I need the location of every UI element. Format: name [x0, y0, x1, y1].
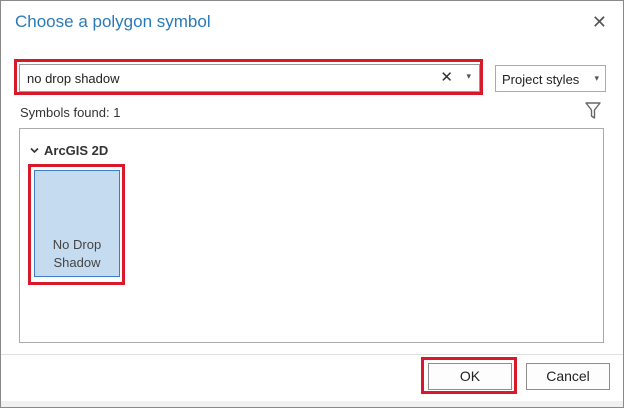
- search-input-value: no drop shadow: [27, 71, 120, 86]
- dialog-title: Choose a polygon symbol: [15, 12, 211, 31]
- styles-dropdown-label: Project styles: [502, 72, 580, 87]
- choose-polygon-symbol-dialog: Choose a polygon symbol ✕ no drop shadow…: [0, 0, 624, 408]
- symbols-found-count: Symbols found: 1: [20, 105, 121, 120]
- filter-icon[interactable]: [585, 101, 601, 121]
- chevron-down-icon: ▾: [594, 73, 599, 83]
- search-input[interactable]: no drop shadow ✕ ▾: [19, 64, 480, 92]
- symbol-label-line2: Shadow: [53, 255, 101, 270]
- clear-search-icon[interactable]: ✕: [440, 68, 453, 86]
- footer-divider: [1, 354, 623, 355]
- chevron-down-icon[interactable]: [30, 146, 39, 155]
- symbol-tile-no-drop-shadow[interactable]: No Drop Shadow: [34, 170, 120, 277]
- ok-button[interactable]: OK: [428, 363, 512, 390]
- cancel-button[interactable]: Cancel: [526, 363, 610, 390]
- close-icon[interactable]: ✕: [592, 12, 607, 32]
- window-bottom-strip: [1, 401, 623, 407]
- symbol-label: No Drop Shadow: [35, 236, 119, 272]
- search-history-dropdown-icon[interactable]: ▾: [466, 71, 471, 82]
- styles-dropdown[interactable]: Project styles ▾: [495, 65, 606, 92]
- symbol-label-line1: No Drop: [52, 237, 102, 252]
- symbol-gallery: ArcGIS 2D No Drop Shadow: [19, 128, 604, 343]
- group-header-arcgis-2d[interactable]: ArcGIS 2D: [44, 143, 108, 158]
